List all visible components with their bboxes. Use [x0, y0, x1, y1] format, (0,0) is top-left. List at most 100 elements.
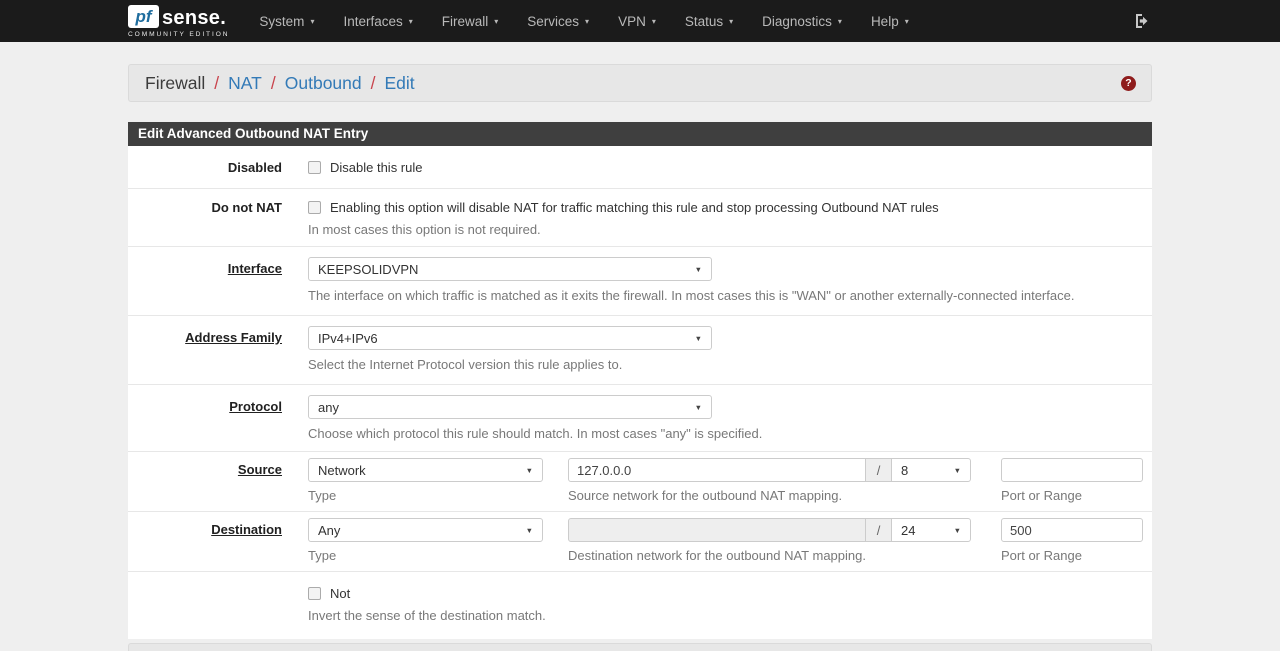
destination-network-input: [568, 518, 866, 542]
caret-down-icon: ▼: [695, 265, 702, 274]
not-help: Invert the sense of the destination matc…: [308, 608, 1152, 623]
source-mask-select-value: 8: [901, 463, 908, 478]
protocol-help: Choose which protocol this rule should m…: [308, 426, 1152, 441]
menu-system[interactable]: System ▾: [259, 14, 314, 29]
caret-down-icon: ▼: [954, 466, 961, 475]
breadcrumb-separator: /: [371, 73, 376, 94]
pf-logo-mark: pf: [128, 5, 159, 28]
chevron-down-icon: ▾: [494, 17, 498, 26]
breadcrumb-nat[interactable]: NAT: [228, 73, 262, 94]
edit-nat-panel: Edit Advanced Outbound NAT Entry Disable…: [128, 122, 1152, 639]
menu-interfaces[interactable]: Interfaces ▾: [343, 14, 412, 29]
chevron-down-icon: ▾: [729, 17, 733, 26]
row-disabled: Disabled Disable this rule: [128, 146, 1152, 189]
caret-down-icon: ▼: [526, 466, 533, 475]
address-family-label: Address Family: [185, 330, 282, 345]
protocol-select-value: any: [318, 400, 339, 415]
edition-label: COMMUNITY EDITION: [128, 31, 229, 38]
destination-type-select[interactable]: Any ▼: [308, 518, 543, 542]
source-port-input[interactable]: [1001, 458, 1143, 482]
breadcrumb-edit[interactable]: Edit: [385, 73, 415, 94]
menu-interfaces-label: Interfaces: [343, 14, 402, 29]
caret-down-icon: ▼: [695, 403, 702, 412]
sign-out-icon: [1134, 13, 1150, 29]
protocol-select[interactable]: any ▼: [308, 395, 712, 419]
address-family-select-value: IPv4+IPv6: [318, 331, 378, 346]
chevron-down-icon: ▾: [838, 17, 842, 26]
menu-diagnostics-label: Diagnostics: [762, 14, 832, 29]
address-family-help: Select the Internet Protocol version thi…: [308, 357, 1152, 372]
do-not-nat-help: In most cases this option is not require…: [308, 222, 1152, 237]
breadcrumb-separator: /: [271, 73, 276, 94]
row-address-family: Address Family IPv4+IPv6 ▼ Select the In…: [128, 316, 1152, 385]
source-mask-separator: /: [865, 458, 892, 482]
menu-services[interactable]: Services ▾: [527, 14, 589, 29]
menu-system-label: System: [259, 14, 304, 29]
destination-port-input[interactable]: [1001, 518, 1143, 542]
do-not-nat-label: Do not NAT: [211, 200, 282, 215]
caret-down-icon: ▼: [695, 334, 702, 343]
interface-help: The interface on which traffic is matche…: [308, 288, 1152, 303]
row-not: Not Invert the sense of the destination …: [128, 572, 1152, 639]
row-interface: Interface KEEPSOLIDVPN ▼ The interface o…: [128, 247, 1152, 316]
do-not-nat-checkbox-label[interactable]: Enabling this option will disable NAT fo…: [330, 200, 939, 215]
menu-vpn[interactable]: VPN▾: [618, 14, 656, 29]
chevron-down-icon: ▾: [585, 17, 589, 26]
destination-type-caption: Type: [308, 548, 543, 563]
menu-services-label: Services: [527, 14, 579, 29]
address-family-select[interactable]: IPv4+IPv6 ▼: [308, 326, 712, 350]
menu-firewall[interactable]: Firewall ▾: [442, 14, 499, 29]
menu-firewall-label: Firewall: [442, 14, 489, 29]
caret-down-icon: ▼: [954, 526, 961, 535]
chevron-down-icon: ▾: [652, 17, 656, 26]
source-network-caption: Source network for the outbound NAT mapp…: [568, 488, 971, 503]
menu-help-label: Help: [871, 14, 899, 29]
not-checkbox-label[interactable]: Not: [330, 586, 350, 601]
destination-mask-select-value: 24: [901, 523, 915, 538]
source-type-select-value: Network: [318, 463, 366, 478]
do-not-nat-checkbox[interactable]: [308, 201, 321, 214]
row-protocol: Protocol any ▼ Choose which protocol thi…: [128, 385, 1152, 452]
pfsense-logo[interactable]: pf sense. COMMUNITY EDITION: [128, 5, 229, 38]
source-port-caption: Port or Range: [1001, 488, 1143, 503]
destination-label: Destination: [211, 522, 282, 537]
disabled-label: Disabled: [228, 160, 282, 175]
sense-logo-text: sense.: [162, 8, 226, 28]
destination-mask-select[interactable]: 24 ▼: [891, 518, 971, 542]
next-section-edge: [128, 643, 1152, 651]
help-icon[interactable]: ?: [1121, 76, 1136, 91]
caret-down-icon: ▼: [526, 526, 533, 535]
interface-select[interactable]: KEEPSOLIDVPN ▼: [308, 257, 712, 281]
breadcrumb: Firewall / NAT / Outbound / Edit ?: [128, 64, 1152, 102]
menu-diagnostics[interactable]: Diagnostics ▾: [762, 14, 842, 29]
row-destination: Destination Any ▼ Type /: [128, 512, 1152, 572]
row-do-not-nat: Do not NAT Enabling this option will dis…: [128, 189, 1152, 247]
not-checkbox[interactable]: [308, 587, 321, 600]
row-source: Source Network ▼ Type /: [128, 452, 1152, 512]
disabled-checkbox-label[interactable]: Disable this rule: [330, 160, 423, 175]
disabled-checkbox[interactable]: [308, 161, 321, 174]
chevron-down-icon: ▾: [905, 17, 909, 26]
protocol-label: Protocol: [229, 399, 282, 414]
destination-mask-separator: /: [865, 518, 892, 542]
destination-port-caption: Port or Range: [1001, 548, 1143, 563]
breadcrumb-separator: /: [214, 73, 219, 94]
menu-status[interactable]: Status ▾: [685, 14, 733, 29]
interface-select-value: KEEPSOLIDVPN: [318, 262, 418, 277]
destination-type-select-value: Any: [318, 523, 340, 538]
breadcrumb-firewall: Firewall: [145, 73, 205, 94]
sign-out-button[interactable]: [1134, 13, 1150, 29]
chevron-down-icon: ▾: [409, 17, 413, 26]
source-type-select[interactable]: Network ▼: [308, 458, 543, 482]
destination-network-caption: Destination network for the outbound NAT…: [568, 548, 971, 563]
source-network-input[interactable]: [568, 458, 866, 482]
breadcrumb-outbound[interactable]: Outbound: [285, 73, 362, 94]
main-menu: System▾ Interfaces▾ Firewall▾ Services▾ …: [259, 14, 937, 29]
menu-help[interactable]: Help ▾: [871, 14, 909, 29]
menu-status-label: Status: [685, 14, 723, 29]
source-label: Source: [238, 462, 282, 477]
top-navbar: pf sense. COMMUNITY EDITION System ▾ Inte…: [0, 0, 1280, 42]
source-mask-select[interactable]: 8 ▼: [891, 458, 971, 482]
source-type-caption: Type: [308, 488, 543, 503]
chevron-down-icon: ▾: [310, 17, 314, 26]
